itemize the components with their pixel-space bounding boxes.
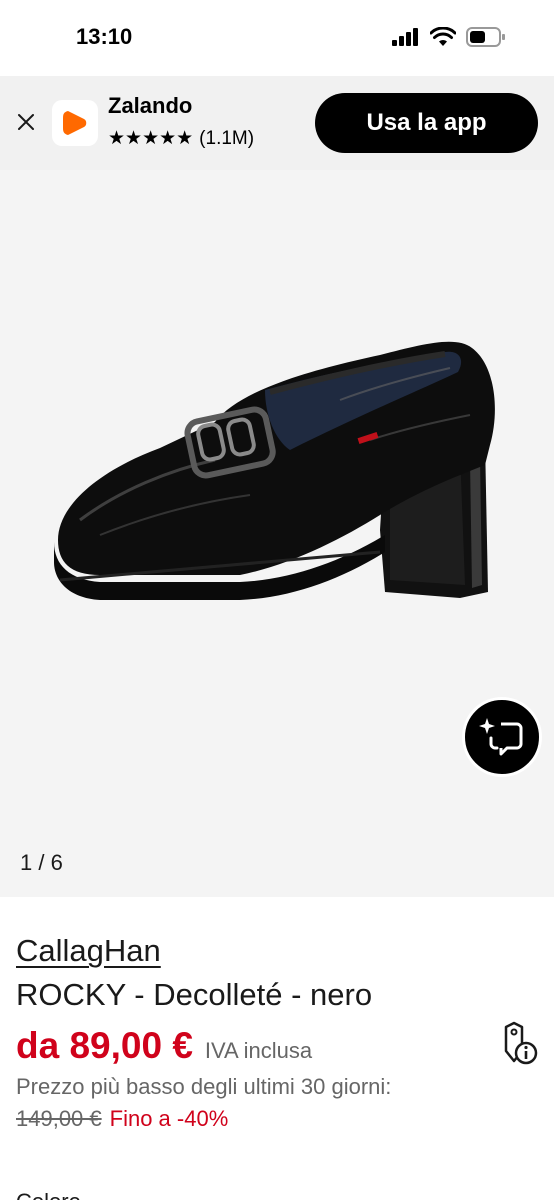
status-time: 13:10 xyxy=(76,24,133,49)
discount-label: Fino a -40% xyxy=(109,1106,229,1131)
product-name: ROCKY - Decolleté - nero xyxy=(16,977,373,1012)
open-app-button[interactable]: Usa la app xyxy=(315,93,538,153)
price-tag-info-icon[interactable] xyxy=(496,1021,538,1065)
discount-row: 149,00 € Fino a -40% xyxy=(16,1106,228,1132)
product-info: CallagHan ROCKY - Decolleté - nero da 89… xyxy=(0,897,554,1200)
status-icons xyxy=(392,27,506,47)
visual-search-icon xyxy=(479,718,523,756)
vat-note: IVA inclusa xyxy=(204,1038,313,1063)
product-gallery[interactable]: 1 / 6 xyxy=(0,170,554,897)
price: da 89,00 € xyxy=(16,1025,193,1066)
cellular-signal-icon xyxy=(392,28,418,46)
old-price: 149,00 € xyxy=(16,1106,102,1131)
price-row: da 89,00 € IVA inclusa xyxy=(16,1025,312,1067)
rating-count: (1.1M) xyxy=(199,127,255,149)
color-section-label: Colore xyxy=(16,1189,81,1200)
app-name: Zalando xyxy=(108,93,193,118)
rating-stars: ★★★★★ xyxy=(108,128,194,149)
close-icon[interactable] xyxy=(14,110,38,134)
battery-icon xyxy=(466,27,505,47)
app-download-banner: Zalando ★★★★★ (1.1M) Usa la app xyxy=(0,76,554,170)
brand-link[interactable]: CallagHan xyxy=(16,933,161,969)
visual-search-button[interactable] xyxy=(462,697,542,777)
product-image[interactable] xyxy=(40,330,510,610)
lowest-price-note: Prezzo più basso degli ultimi 30 giorni: xyxy=(16,1074,392,1099)
status-bar: 13:10 xyxy=(0,0,554,76)
app-rating: ★★★★★ (1.1M) xyxy=(108,127,254,150)
wifi-icon xyxy=(430,27,456,46)
zalando-logo-icon xyxy=(52,100,98,146)
gallery-counter: 1 / 6 xyxy=(20,850,63,875)
